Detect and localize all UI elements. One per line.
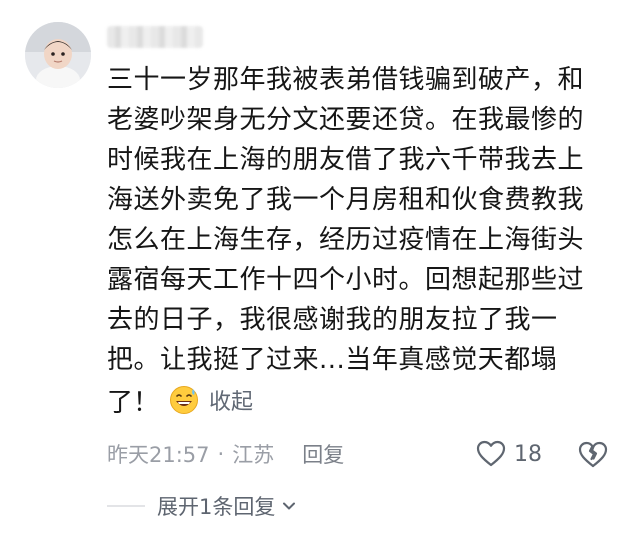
timestamp: 昨天21:57 (107, 443, 210, 467)
comment-line: 露宿每天工作十四个小时。回想起那些过 (107, 265, 585, 295)
comment-line: 海送外卖免了我一个月房租和伙食费教我 (107, 185, 585, 215)
comment-last-line: 了！ 收起 (107, 380, 253, 420)
sweat-smile-emoji-icon (169, 385, 199, 415)
like-count: 18 (514, 441, 542, 467)
comment-line: 三十一岁那年我被表弟借钱骗到破产，和 (107, 65, 585, 95)
heart-outline-icon (476, 440, 506, 467)
avatar[interactable] (25, 22, 91, 88)
chevron-down-icon (283, 502, 296, 510)
comment-line: 了！ (107, 387, 160, 418)
comment-line: 去的日子，我很感谢我的朋友拉了我一 (107, 305, 558, 335)
comment-line: 老婆吵架身无分文还要还贷。在我最惨的 (107, 105, 585, 135)
expand-replies-label: 展开1条回复 (157, 495, 276, 519)
comment-text: 三十一岁那年我被表弟借钱骗到破产，和 老婆吵架身无分文还要还贷。在我最惨的 时候… (107, 60, 607, 380)
meta-separator: · (217, 442, 225, 466)
comment-line: 时候我在上海的朋友借了我六千带我去上 (107, 145, 585, 175)
broken-heart-icon (578, 441, 608, 468)
username-blurred[interactable] (107, 26, 203, 48)
dislike-button[interactable] (577, 438, 609, 470)
location: 江苏 (232, 443, 275, 467)
comment-line: 怎么在上海生存，经历过疫情在上海街头 (107, 225, 585, 255)
expand-replies-button[interactable]: 展开1条回复 (107, 490, 297, 522)
like-button[interactable]: 18 (476, 437, 542, 471)
collapse-button[interactable]: 收起 (209, 384, 253, 416)
comment-line: 把。让我挺了过来...当年真感觉天都塌 (107, 345, 558, 375)
reply-button[interactable]: 回复 (302, 439, 344, 469)
divider (107, 505, 145, 507)
comment-meta: 昨天21:57 · 江苏 回复 (107, 437, 344, 471)
